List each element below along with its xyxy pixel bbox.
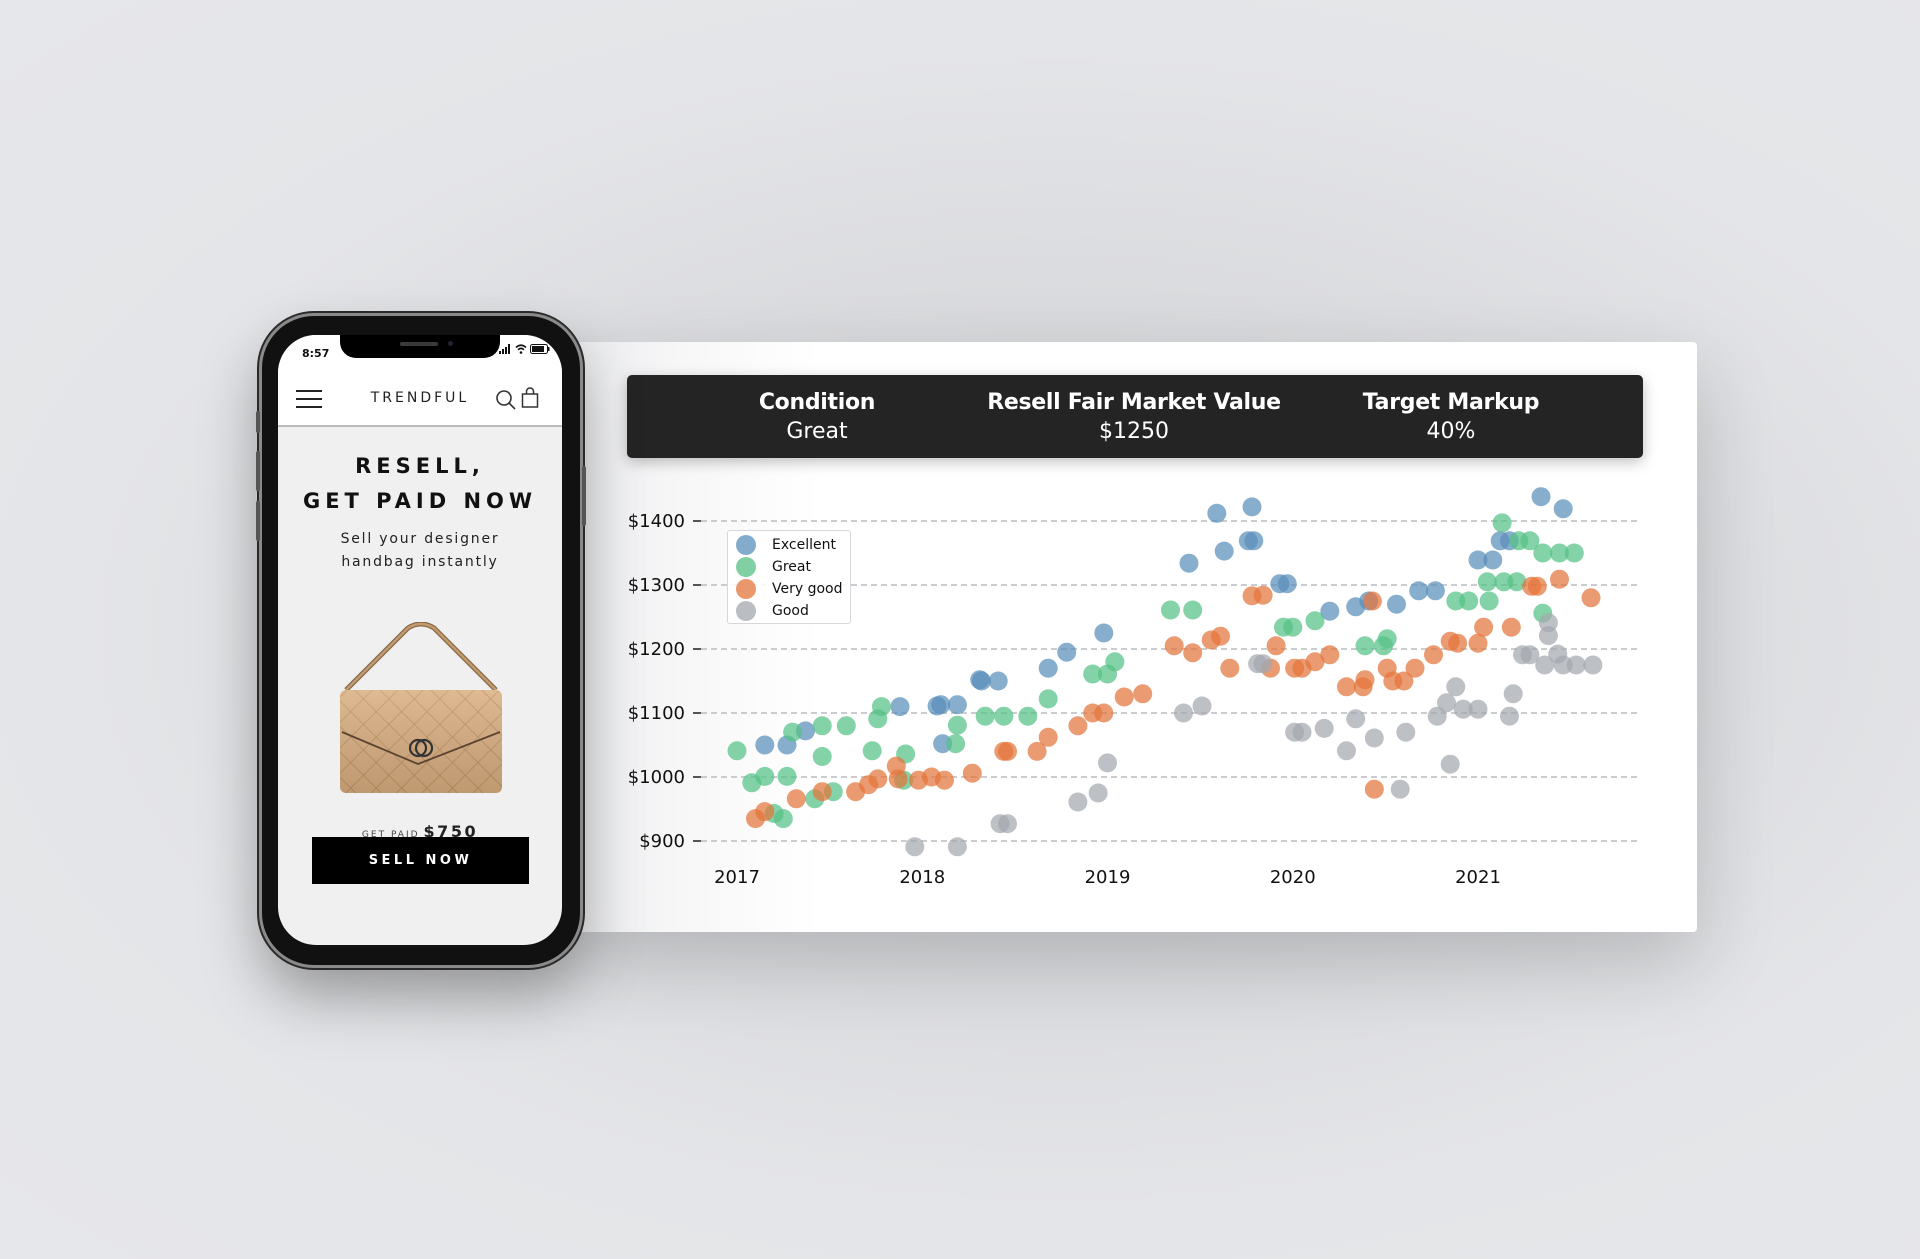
legend-swatch <box>736 579 756 599</box>
status-bar: 8:57 <box>278 335 562 373</box>
legend-item-great[interactable]: Great <box>736 556 811 578</box>
speaker-grille <box>400 342 438 346</box>
kpi-target-markup: Target Markup 40% <box>1362 389 1540 447</box>
legend-item-excellent[interactable]: Excellent <box>736 534 836 556</box>
app-nav-bar: TRENDFUL <box>278 373 562 427</box>
status-time: 8:57 <box>302 347 330 360</box>
kpi-bar: Condition Great Resell Fair Market Value… <box>627 375 1643 458</box>
brand-logo[interactable]: TRENDFUL <box>278 390 562 406</box>
battery-icon <box>530 344 550 354</box>
volume-down-button <box>256 501 260 541</box>
legend-label: Great <box>772 559 811 575</box>
legend-item-good[interactable]: Good <box>736 600 809 622</box>
legend-swatch <box>736 557 756 577</box>
shopping-bag-icon[interactable] <box>521 387 539 409</box>
legend-swatch <box>736 601 756 621</box>
kpi-fair-market-value: Resell Fair Market Value $1250 <box>987 389 1281 447</box>
signal-icon <box>499 344 510 354</box>
wifi-icon <box>515 344 527 354</box>
quilted-handbag-image <box>340 622 502 793</box>
hero-title-line2: GET PAID NOW <box>302 489 538 513</box>
legend-item-very-good[interactable]: Very good <box>736 578 843 600</box>
kpi-label: Resell Fair Market Value <box>987 390 1281 415</box>
kpi-condition: Condition Great <box>758 389 876 447</box>
front-camera <box>448 341 453 346</box>
sell-now-button[interactable]: SELL NOW <box>312 837 529 884</box>
kpi-value: $1250 <box>1098 419 1169 444</box>
legend-label: Good <box>772 603 809 619</box>
hero-subtitle-line1: Sell your designer <box>340 531 500 547</box>
power-button <box>582 466 586 526</box>
search-icon[interactable] <box>495 389 517 411</box>
chart-legend: Excellent Great Very good Good <box>727 530 851 624</box>
mute-switch <box>256 411 260 433</box>
hero-subtitle-line2: handbag instantly <box>341 554 499 570</box>
legend-label: Excellent <box>772 537 836 553</box>
volume-up-button <box>256 451 260 491</box>
phone-mockup: 8:57 TRENDFUL RESELL, GET PAID NOW Sell … <box>256 316 586 965</box>
legend-label: Very good <box>772 581 843 597</box>
kpi-value: 40% <box>1426 419 1476 444</box>
phone-notch <box>340 335 500 358</box>
phone-screen: 8:57 TRENDFUL RESELL, GET PAID NOW Sell … <box>278 335 562 945</box>
legend-swatch <box>736 535 756 555</box>
hero-title-line1: RESELL, <box>355 454 485 478</box>
kpi-label: Target Markup <box>1362 390 1540 415</box>
kpi-label: Condition <box>758 390 876 415</box>
status-icons <box>499 344 550 354</box>
kpi-value: Great <box>786 419 848 444</box>
